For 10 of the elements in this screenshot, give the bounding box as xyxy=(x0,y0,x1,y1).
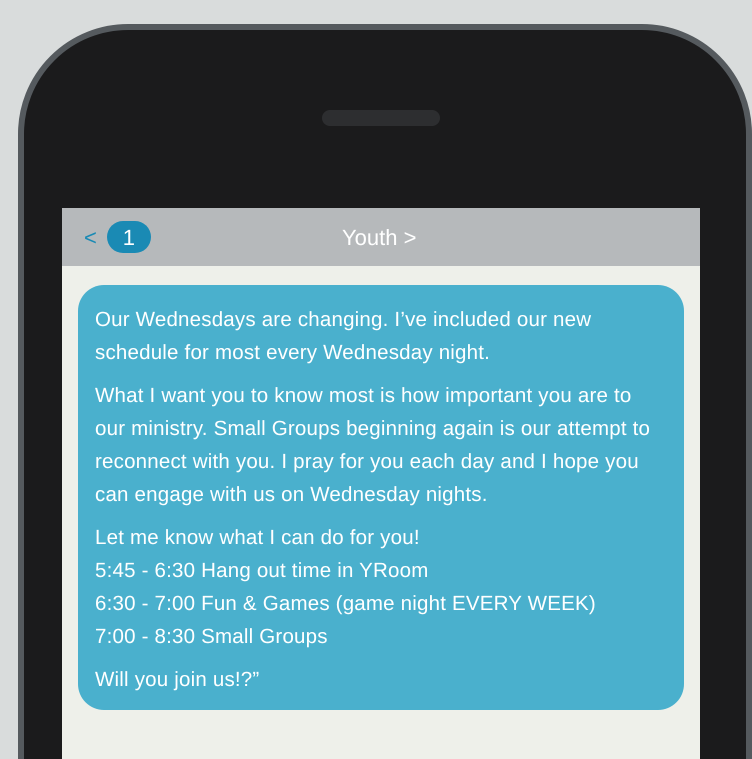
message-text: Let me know what I can do for you! xyxy=(95,525,421,551)
message-text: What I want you to know most is how important you are to our ministry. Small Groups beginning again is our attempt to reconnect with you. I pray for you each day and I hope you can engage with us on Wednesday nights. xyxy=(95,383,652,508)
message-text: Our Wednesdays are changing. I’ve included our new schedule for most every Wednesday night. xyxy=(95,307,592,366)
back-button[interactable]: < xyxy=(84,220,97,254)
message-text: 7:00 - 8:30 Small Groups xyxy=(95,624,329,650)
message-text: Will you join us!?” xyxy=(95,667,260,693)
message-text: 6:30 - 7:00 Fun & Games (game night EVERY WEEK) xyxy=(95,591,597,617)
unread-badge: 1 xyxy=(106,221,151,253)
conversation-title[interactable]: Youth > xyxy=(342,220,416,254)
message-text: 5:45 - 6:30 Hang out time in YRoom xyxy=(95,558,430,584)
